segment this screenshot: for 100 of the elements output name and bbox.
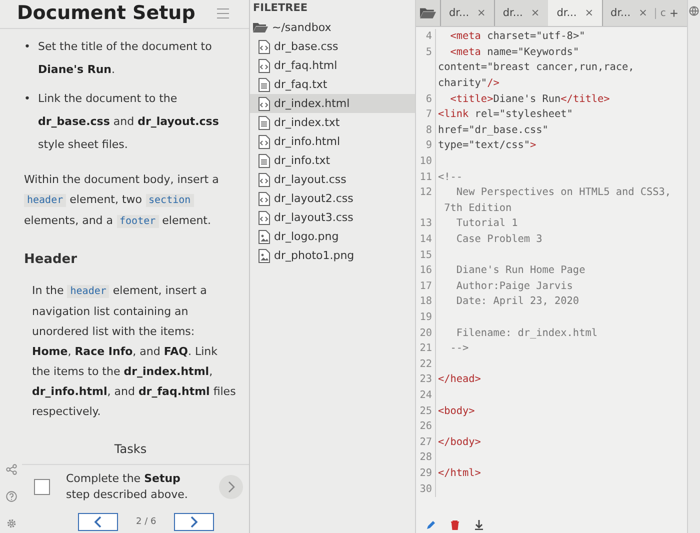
line-number: 17	[416, 278, 436, 294]
bullet-marker: •	[24, 91, 32, 107]
line-number: 10	[416, 154, 436, 170]
editor-tab[interactable]: dr... ×	[548, 0, 602, 26]
line-number: 29	[416, 466, 436, 482]
trash-icon[interactable]	[450, 520, 460, 530]
file-item[interactable]: dr_logo.png	[250, 227, 415, 246]
code-line: Diane's Run Home Page	[455, 265, 586, 276]
code-line: Case Problem 3	[455, 234, 542, 246]
file-item[interactable]: dr_layout3.css	[250, 208, 415, 227]
line-number: 22	[416, 356, 436, 372]
line-number: 19	[416, 310, 436, 326]
line-number: 20	[416, 325, 436, 341]
editor-tab[interactable]: dr... ×	[602, 0, 656, 26]
file-item[interactable]: dr_faq.html	[250, 56, 415, 75]
line-number: 8	[416, 122, 436, 138]
file-item[interactable]: dr_index.txt	[250, 113, 415, 132]
code-file-icon	[258, 172, 270, 186]
section-heading: Header	[24, 251, 78, 269]
line-number: 16	[416, 262, 436, 278]
code-line: <!--	[437, 172, 463, 183]
code-line: content="breast cancer,run,race,	[437, 62, 634, 74]
help-icon[interactable]	[6, 491, 16, 502]
code-line: Date: April 23, 2020	[455, 296, 580, 308]
pencil-icon[interactable]	[426, 520, 436, 530]
file-item[interactable]: dr_layout.css	[250, 170, 415, 189]
line-number: 4	[416, 29, 436, 45]
instruction-bullet: Link the document to the dr_base.css and dr_layout.css style sheet files.	[38, 91, 220, 153]
code-file-icon	[258, 192, 270, 206]
task-text: Complete the Setup step described above.	[66, 471, 189, 503]
filetree-title: FILETREE	[252, 1, 309, 16]
code-line: -->	[449, 343, 469, 354]
next-task-button[interactable]	[219, 475, 243, 499]
next-button[interactable]	[174, 513, 214, 531]
folder-item[interactable]: ~/sandbox	[250, 18, 415, 37]
instruction-paragraph: In the header element, insert a navigation list containing an unordered list with the items: Home, Race Info, and FAQ. Link the items to the dr_index.html, dr_info.html, and dr_faq.html files respectively.	[31, 283, 237, 420]
code-line: 7th Edition	[443, 202, 512, 214]
line-number: 18	[416, 294, 436, 310]
code-line: Tutorial 1	[455, 218, 518, 230]
image-file-icon	[258, 248, 270, 262]
code-file-icon	[258, 58, 270, 72]
line-number: 13	[416, 216, 436, 232]
code-line: charity"/>	[437, 78, 500, 90]
file-item[interactable]: dr_photo1.png	[250, 246, 415, 265]
line-number: 15	[416, 247, 436, 263]
settings-icon[interactable]	[6, 518, 16, 529]
chevron-left-icon	[94, 516, 102, 528]
editor-tab[interactable]: dr... ×	[440, 0, 494, 26]
line-number: 21	[416, 340, 436, 356]
text-file-icon	[258, 154, 270, 168]
code-line: </body>	[437, 436, 481, 448]
code-line: type="text/css">	[437, 140, 536, 152]
share-icon[interactable]	[6, 464, 16, 475]
previous-button[interactable]	[78, 513, 118, 531]
code-line: <link rel="stylesheet"	[437, 109, 573, 120]
code-file-icon	[258, 40, 270, 54]
line-number: 28	[416, 450, 436, 466]
instruction-bullet: Set the title of the document to Diane's Run.	[38, 39, 213, 78]
line-number: 12	[416, 184, 436, 201]
code-line: Author:Paige Jarvis	[455, 280, 573, 292]
menu-icon[interactable]	[217, 8, 229, 18]
code-line: href="dr_base.css"	[437, 124, 548, 136]
instruction-paragraph: Within the document body, insert a header element, two section elements, and a footer element.	[24, 172, 220, 230]
add-tab-button[interactable]: +	[666, 5, 682, 21]
text-file-icon	[258, 78, 270, 92]
file-item[interactable]: dr_index.html	[250, 94, 415, 113]
file-item[interactable]: dr_layout2.css	[250, 189, 415, 208]
code-line: <title>Diane's Run</title>	[449, 94, 610, 105]
file-item[interactable]: dr_base.css	[250, 37, 415, 56]
line-number: 5	[416, 44, 436, 60]
code-file-icon	[258, 210, 270, 224]
globe-icon[interactable]	[689, 6, 699, 16]
line-number: 7	[416, 106, 436, 123]
code-file-icon	[258, 96, 270, 110]
task-checkbox[interactable]	[34, 479, 50, 495]
line-number: 23	[416, 372, 436, 388]
file-item[interactable]: dr_info.html	[250, 132, 415, 151]
tasks-heading: Tasks	[114, 442, 148, 456]
code-file-icon	[258, 134, 270, 148]
folder-icon[interactable]	[420, 7, 436, 19]
text-file-icon	[258, 116, 270, 130]
line-number: 27	[416, 434, 436, 450]
line-number: 9	[416, 138, 436, 154]
code-line: <meta charset="utf-8>"	[449, 31, 586, 42]
file-item[interactable]: dr_info.txt	[250, 151, 415, 170]
line-number: 26	[416, 418, 436, 434]
file-item[interactable]: dr_faq.txt	[250, 75, 415, 94]
code-line: <body>	[437, 406, 475, 417]
code-line: New Perspectives on HTML5 and CSS3,	[455, 187, 672, 198]
chevron-right-icon	[227, 481, 235, 493]
download-icon[interactable]	[474, 520, 484, 530]
image-file-icon	[258, 230, 270, 244]
page-indicator: 2 / 6	[136, 517, 156, 527]
line-number: 24	[416, 388, 436, 404]
line-number: 14	[416, 232, 436, 248]
line-number: 6	[416, 91, 436, 107]
code-line: <meta name="Keywords"	[449, 46, 580, 58]
line-number: 25	[416, 403, 436, 419]
panel-title: Document Setup	[17, 2, 196, 24]
code-line: Filename: dr_index.html	[455, 328, 598, 339]
